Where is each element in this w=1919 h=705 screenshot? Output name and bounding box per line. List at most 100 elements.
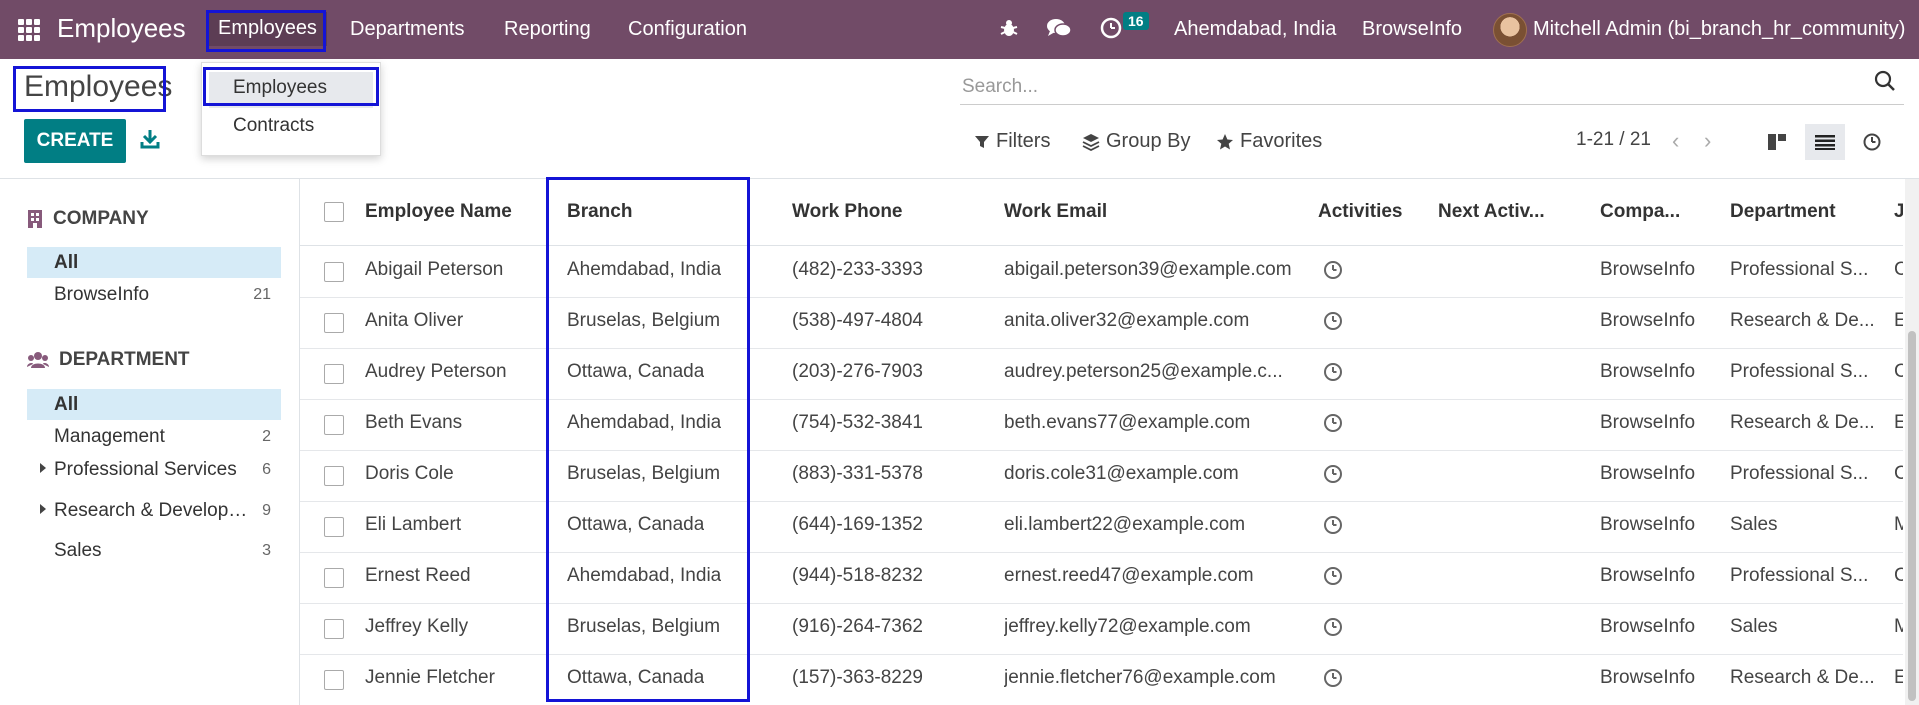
clock-icon[interactable]: [1100, 17, 1122, 39]
row-checkbox[interactable]: [324, 517, 344, 537]
search-input[interactable]: [960, 70, 1904, 105]
cell-department: Professional S...: [1730, 565, 1869, 586]
column-header-activities[interactable]: Activities: [1318, 201, 1402, 223]
pager-previous-icon[interactable]: ‹: [1672, 128, 1679, 154]
row-checkbox[interactable]: [324, 568, 344, 588]
cell-company: BrowseInfo: [1600, 412, 1696, 433]
table-row[interactable]: Ernest Reed Ahemdabad, India (944)-518-823…: [300, 552, 1903, 604]
department-item-label: Sales: [54, 540, 102, 561]
search-icon[interactable]: [1874, 70, 1896, 92]
column-header-job[interactable]: J...: [1894, 201, 1903, 223]
activity-clock-icon[interactable]: [1323, 668, 1343, 688]
dropdown-item-employees[interactable]: Employees: [233, 77, 327, 99]
favorites-button[interactable]: Favorites: [1216, 130, 1322, 153]
vertical-scrollbar[interactable]: [1905, 179, 1919, 705]
cell-work-email: ernest.reed47@example.com: [1004, 565, 1254, 586]
table-row[interactable]: Jeffrey Kelly Bruselas, Belgium (916)-264-…: [300, 603, 1903, 655]
department-item-count: 9: [262, 502, 271, 519]
employees-menu-dropdown: Employees Contracts: [201, 62, 381, 156]
cell-job: E: [1894, 667, 1903, 689]
activity-clock-icon[interactable]: [1323, 260, 1343, 280]
column-header-work-phone[interactable]: Work Phone: [792, 201, 903, 223]
layers-icon: [1082, 133, 1100, 151]
department-item-all[interactable]: All: [27, 389, 281, 420]
user-menu[interactable]: Mitchell Admin (bi_branch_hr_community): [1533, 18, 1905, 41]
cell-employee-name: Audrey Peterson: [365, 361, 507, 382]
activity-clock-icon[interactable]: [1323, 464, 1343, 484]
company-section-heading: COMPANY: [27, 208, 149, 230]
cell-employee-name: Jennie Fletcher: [365, 667, 495, 688]
cell-work-email: audrey.peterson25@example.c...: [1004, 361, 1283, 382]
pager-next-icon[interactable]: ›: [1704, 128, 1711, 154]
column-header-employee-name[interactable]: Employee Name: [365, 201, 512, 223]
department-item-sales[interactable]: Sales 3: [27, 535, 281, 566]
menu-departments[interactable]: Departments: [350, 18, 465, 41]
kanban-view-button[interactable]: [1757, 124, 1797, 160]
employees-list-table: Employee Name Branch Work Phone Work Ema…: [300, 179, 1903, 705]
list-view-button[interactable]: [1805, 124, 1845, 160]
row-checkbox[interactable]: [324, 415, 344, 435]
menu-configuration[interactable]: Configuration: [628, 18, 747, 41]
company-item-browseinfo[interactable]: BrowseInfo 21: [27, 279, 281, 310]
cell-employee-name: Ernest Reed: [365, 565, 471, 586]
activity-clock-icon[interactable]: [1323, 515, 1343, 535]
cell-branch: Ottawa, Canada: [567, 514, 705, 535]
table-row[interactable]: Audrey Peterson Ottawa, Canada (203)-276-7…: [300, 348, 1903, 400]
caret-right-icon[interactable]: [40, 504, 46, 514]
activity-clock-icon[interactable]: [1323, 566, 1343, 586]
department-item-management[interactable]: Management 2: [27, 421, 281, 452]
department-item-research-development[interactable]: Research & Development 9: [27, 495, 281, 526]
cell-department: Professional S...: [1730, 361, 1869, 382]
bug-icon[interactable]: [998, 17, 1020, 39]
chat-icon[interactable]: [1046, 17, 1072, 39]
row-checkbox[interactable]: [324, 670, 344, 690]
download-icon[interactable]: [140, 128, 160, 150]
activity-clock-icon[interactable]: [1323, 617, 1343, 637]
row-checkbox[interactable]: [324, 466, 344, 486]
row-checkbox[interactable]: [324, 313, 344, 333]
department-item-label: All: [54, 394, 79, 415]
table-row[interactable]: Beth Evans Ahemdabad, India (754)-532-3841…: [300, 399, 1903, 451]
menu-reporting[interactable]: Reporting: [504, 18, 591, 41]
table-row[interactable]: Abigail Peterson Ahemdabad, India (482)-23…: [300, 246, 1903, 298]
column-header-work-email[interactable]: Work Email: [1004, 201, 1107, 223]
table-row[interactable]: Anita Oliver Bruselas, Belgium (538)-497-4…: [300, 297, 1903, 349]
row-checkbox[interactable]: [324, 364, 344, 384]
row-checkbox[interactable]: [324, 262, 344, 282]
apps-grid-icon[interactable]: [18, 19, 40, 41]
menu-employees[interactable]: Employees: [208, 12, 327, 46]
cell-work-phone: (538)-497-4804: [792, 310, 923, 331]
create-button[interactable]: CREATE: [24, 119, 126, 163]
app-name[interactable]: Employees: [57, 13, 186, 44]
activity-clock-icon[interactable]: [1323, 413, 1343, 433]
cell-branch: Bruselas, Belgium: [567, 463, 721, 484]
dropdown-item-contracts[interactable]: Contracts: [233, 115, 314, 137]
scrollbar-thumb[interactable]: [1908, 331, 1916, 701]
activity-clock-icon[interactable]: [1323, 311, 1343, 331]
filters-button[interactable]: Filters: [974, 130, 1050, 153]
table-row[interactable]: Doris Cole Bruselas, Belgium (883)-331-537…: [300, 450, 1903, 502]
activity-view-button[interactable]: [1852, 124, 1892, 160]
branch-switcher[interactable]: Ahemdabad, India: [1174, 18, 1336, 41]
cell-employee-name: Doris Cole: [365, 463, 454, 484]
column-header-department[interactable]: Department: [1730, 201, 1836, 223]
column-header-company[interactable]: Compa...: [1600, 201, 1680, 223]
cell-work-phone: (203)-276-7903: [792, 361, 923, 382]
column-header-branch[interactable]: Branch: [567, 201, 632, 223]
table-row[interactable]: Eli Lambert Ottawa, Canada (644)-169-1352 e…: [300, 501, 1903, 553]
caret-right-icon[interactable]: [40, 463, 46, 473]
cell-work-phone: (157)-363-8229: [792, 667, 923, 688]
department-item-professional-services[interactable]: Professional Services 6: [27, 454, 281, 485]
activity-clock-icon[interactable]: [1323, 362, 1343, 382]
table-row[interactable]: Jennie Fletcher Ottawa, Canada (157)-363-8…: [300, 654, 1903, 705]
company-item-all[interactable]: All: [27, 247, 281, 278]
pager-value[interactable]: 1-21 / 21: [1576, 129, 1651, 151]
company-switcher[interactable]: BrowseInfo: [1362, 18, 1462, 41]
avatar[interactable]: [1493, 13, 1527, 47]
favorites-label: Favorites: [1240, 130, 1323, 152]
filter-icon: [975, 135, 989, 148]
row-checkbox[interactable]: [324, 619, 344, 639]
group-by-button[interactable]: Group By: [1082, 130, 1190, 153]
column-header-next-activity[interactable]: Next Activ...: [1438, 201, 1545, 223]
select-all-checkbox[interactable]: [324, 202, 344, 222]
